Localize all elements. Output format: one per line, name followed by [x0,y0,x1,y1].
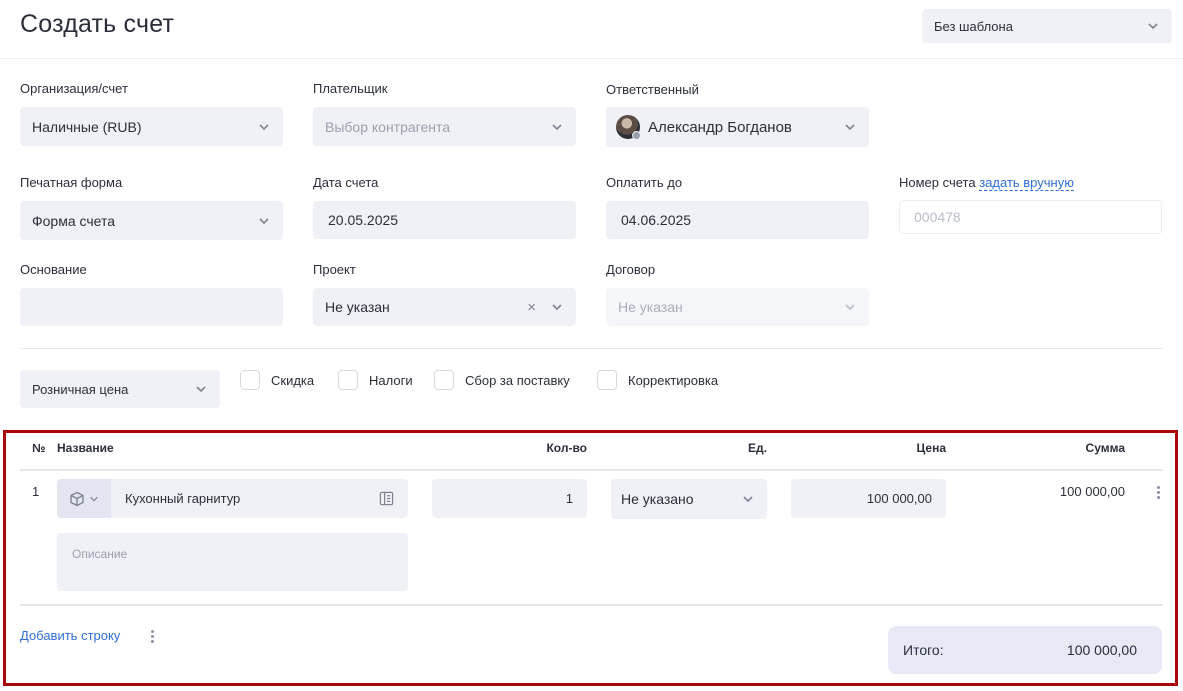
project-select[interactable]: Не указан × [313,288,576,326]
checkbox-label: Скидка [271,372,315,388]
responsible-value: Александр Богданов [648,118,792,136]
item-name-value: Кухонный гарнитур [125,491,241,506]
checkbox-box[interactable] [597,370,617,390]
chevron-down-icon [843,300,857,314]
invoice-date-label: Дата счета [313,175,379,190]
col-name-header: Название [57,441,114,455]
basis-input[interactable] [20,288,283,326]
total-label: Итого: [903,642,944,658]
row-sum: 100 000,00 [1059,484,1125,499]
header-divider [0,58,1183,59]
invoice-number-label-text: Номер счета [899,175,976,190]
checkbox-adjustment[interactable]: Корректировка [597,370,718,390]
template-select-value: Без шаблона [934,18,1013,34]
col-qty-header: Кол-во [546,441,587,455]
item-type-select[interactable] [57,479,111,518]
qty-input[interactable]: 1 [432,479,587,518]
organization-label: Организация/счет [20,81,128,96]
checkbox-box[interactable] [338,370,358,390]
print-form-select[interactable]: Форма счета [20,201,283,240]
col-sum-header: Сумма [1085,441,1125,455]
unit-select[interactable]: Не указано [611,479,767,519]
project-value: Не указан [325,299,390,315]
cube-icon [70,491,84,506]
contract-label: Договор [606,262,656,277]
responsible-select[interactable]: Александр Богданов [606,107,869,147]
checkbox-discount[interactable]: Скидка [240,370,314,390]
table-footer-divider [20,604,1163,606]
table-header-divider [20,469,1163,471]
invoice-number-placeholder: 000478 [914,209,961,225]
template-select[interactable]: Без шаблона [922,9,1172,43]
payer-select[interactable]: Выбор контрагента [313,107,576,146]
price-type-value: Розничная цена [32,381,129,397]
set-manually-link[interactable]: задать вручную [979,175,1074,191]
clear-icon[interactable]: × [527,299,536,316]
organization-value: Наличные (RUB) [32,118,142,135]
payer-placeholder: Выбор контрагента [325,118,451,135]
checkbox-box[interactable] [240,370,260,390]
chevron-down-icon [257,214,271,228]
invoice-number-input[interactable]: 000478 [899,200,1162,234]
catalog-icon[interactable] [379,491,394,506]
checkbox-taxes[interactable]: Налоги [338,370,413,390]
chevron-down-icon [843,120,857,134]
invoice-date-input[interactable]: 20.05.2025 [313,201,576,239]
more-vertical-icon[interactable] [150,630,154,643]
basis-label: Основание [20,262,87,277]
checkbox-label: Налоги [369,372,413,388]
chevron-down-icon [257,120,271,134]
payer-label: Плательщик [313,81,388,96]
row-number: 1 [32,484,40,499]
col-unit-header: Ед. [748,441,767,455]
more-vertical-icon[interactable] [1156,486,1160,499]
col-num-header: № [32,441,46,455]
responsible-label: Ответственный [606,82,699,97]
item-description-input[interactable]: Описание [57,533,408,591]
col-price-header: Цена [916,441,946,455]
price-value: 100 000,00 [866,491,932,506]
pay-until-label: Оплатить до [606,175,683,190]
chevron-down-icon [90,496,98,501]
section-divider [20,348,1163,349]
invoice-date-value: 20.05.2025 [328,212,399,228]
chevron-down-icon [1146,19,1160,33]
add-row-link[interactable]: Добавить строку [20,628,120,643]
item-name-input[interactable]: Кухонный гарнитур [111,479,408,518]
qty-value: 1 [565,491,573,506]
checkbox-delivery-fee[interactable]: Сбор за поставку [434,370,570,390]
pay-until-input[interactable]: 04.06.2025 [606,201,869,239]
chevron-down-icon [550,120,564,134]
chevron-down-icon [741,492,755,506]
invoice-number-label: Номер счета задать вручную [899,175,1074,191]
total-value: 100 000,00 [1066,642,1137,658]
contract-select[interactable]: Не указан [606,288,869,326]
pay-until-value: 04.06.2025 [621,212,692,228]
total-box: Итого: 100 000,00 [888,626,1162,674]
chevron-down-icon [550,300,564,314]
chevron-down-icon [194,382,208,396]
checkbox-label: Корректировка [628,372,719,388]
checkbox-box[interactable] [434,370,454,390]
checkbox-label: Сбор за поставку [465,372,570,388]
description-placeholder: Описание [72,547,128,561]
contract-value: Не указан [618,299,683,315]
avatar [616,115,641,140]
print-form-value: Форма счета [32,212,116,229]
project-label: Проект [313,262,356,277]
page-title: Создать счет [20,10,175,38]
price-type-select[interactable]: Розничная цена [20,370,220,408]
price-input[interactable]: 100 000,00 [791,479,946,518]
print-form-label: Печатная форма [20,175,123,190]
unit-value: Не указано [621,491,694,507]
organization-select[interactable]: Наличные (RUB) [20,107,283,146]
